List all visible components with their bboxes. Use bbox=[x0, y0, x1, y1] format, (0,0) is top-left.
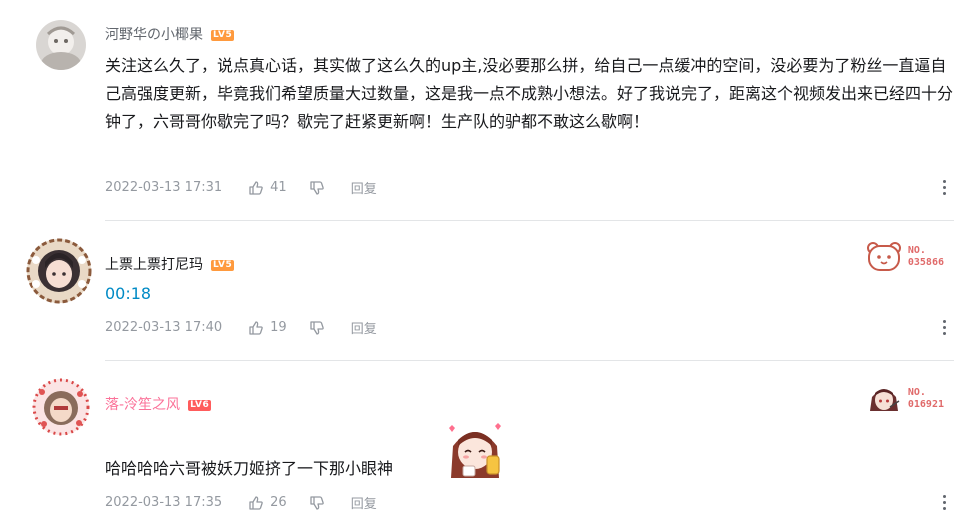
comment-date: 2022-03-13 17:40 bbox=[105, 320, 223, 335]
like-button[interactable]: 19 bbox=[248, 320, 287, 336]
divider bbox=[105, 220, 954, 221]
timestamp-link[interactable]: 00:18 bbox=[105, 284, 151, 303]
username-text[interactable]: 上票上票打尼玛 bbox=[105, 257, 203, 273]
divider bbox=[105, 360, 954, 361]
dislike-button[interactable] bbox=[309, 180, 325, 196]
comment-date: 2022-03-13 17:35 bbox=[105, 495, 223, 510]
reply-button[interactable]: 回复 bbox=[351, 318, 377, 337]
like-count: 26 bbox=[270, 495, 287, 510]
reply-button[interactable]: 回复 bbox=[351, 493, 377, 512]
more-vertical-icon[interactable] bbox=[942, 495, 946, 510]
comment-text: 关注这么久了，说点真心话，其实做了这么久的up主,没必要那么拼，给自己一点缓冲的… bbox=[105, 56, 954, 131]
emoji-sticker bbox=[443, 416, 507, 480]
like-button[interactable]: 41 bbox=[248, 180, 287, 196]
anime-girl-eating-sticker-icon bbox=[449, 423, 501, 478]
fan-badge: NO. 016921 bbox=[866, 383, 944, 415]
fan-number: NO. 035866 bbox=[908, 245, 944, 269]
more-vertical-icon[interactable] bbox=[942, 180, 946, 195]
fan-number-value: 016921 bbox=[907, 399, 944, 410]
like-count: 19 bbox=[270, 320, 287, 335]
level-badge: LV6 bbox=[188, 399, 212, 411]
username-text[interactable]: 落-泠笙之风 bbox=[105, 397, 180, 413]
level-badge: LV5 bbox=[211, 259, 235, 271]
fan-number-label: NO. bbox=[907, 245, 926, 256]
comment-meta: 2022-03-13 17:31 41 回复 bbox=[105, 178, 377, 197]
thumbs-up-icon bbox=[249, 320, 263, 335]
avatar[interactable] bbox=[26, 238, 92, 304]
thumbs-down-icon bbox=[310, 180, 324, 195]
like-count: 41 bbox=[270, 180, 287, 195]
comment-text: 00:18 bbox=[105, 280, 955, 308]
fan-number-value: 035866 bbox=[907, 257, 944, 268]
comment-text: 哈哈哈哈六哥被妖刀姬挤了一下那小眼神 bbox=[105, 459, 394, 478]
username[interactable]: 河野华の小椰果 LV5 bbox=[105, 24, 235, 44]
bear-sticker-icon bbox=[866, 242, 901, 271]
like-button[interactable]: 26 bbox=[248, 495, 287, 511]
dislike-button[interactable] bbox=[309, 320, 325, 336]
username-text[interactable]: 河野华の小椰果 bbox=[105, 27, 203, 43]
fan-number-label: NO. bbox=[907, 387, 926, 398]
reply-button[interactable]: 回复 bbox=[351, 178, 377, 197]
level-badge: LV5 bbox=[211, 29, 235, 41]
username[interactable]: 落-泠笙之风 LV6 bbox=[105, 394, 212, 414]
avatar[interactable] bbox=[32, 378, 90, 436]
comment-meta: 2022-03-13 17:35 26 回复 bbox=[105, 493, 377, 512]
comment-meta: 2022-03-13 17:40 19 回复 bbox=[105, 318, 377, 337]
anime-girl-sticker-icon bbox=[869, 389, 900, 411]
avatar[interactable] bbox=[36, 20, 86, 70]
thumbs-up-icon bbox=[249, 180, 263, 195]
fan-badge: NO. 035866 bbox=[866, 240, 944, 274]
username[interactable]: 上票上票打尼玛 LV5 bbox=[105, 254, 235, 274]
fan-number: NO. 016921 bbox=[908, 387, 944, 411]
more-vertical-icon[interactable] bbox=[942, 320, 946, 335]
thumbs-up-icon bbox=[249, 495, 263, 510]
thumbs-down-icon bbox=[310, 320, 324, 335]
thumbs-down-icon bbox=[310, 495, 324, 510]
dislike-button[interactable] bbox=[309, 495, 325, 511]
comment-date: 2022-03-13 17:31 bbox=[105, 180, 223, 195]
